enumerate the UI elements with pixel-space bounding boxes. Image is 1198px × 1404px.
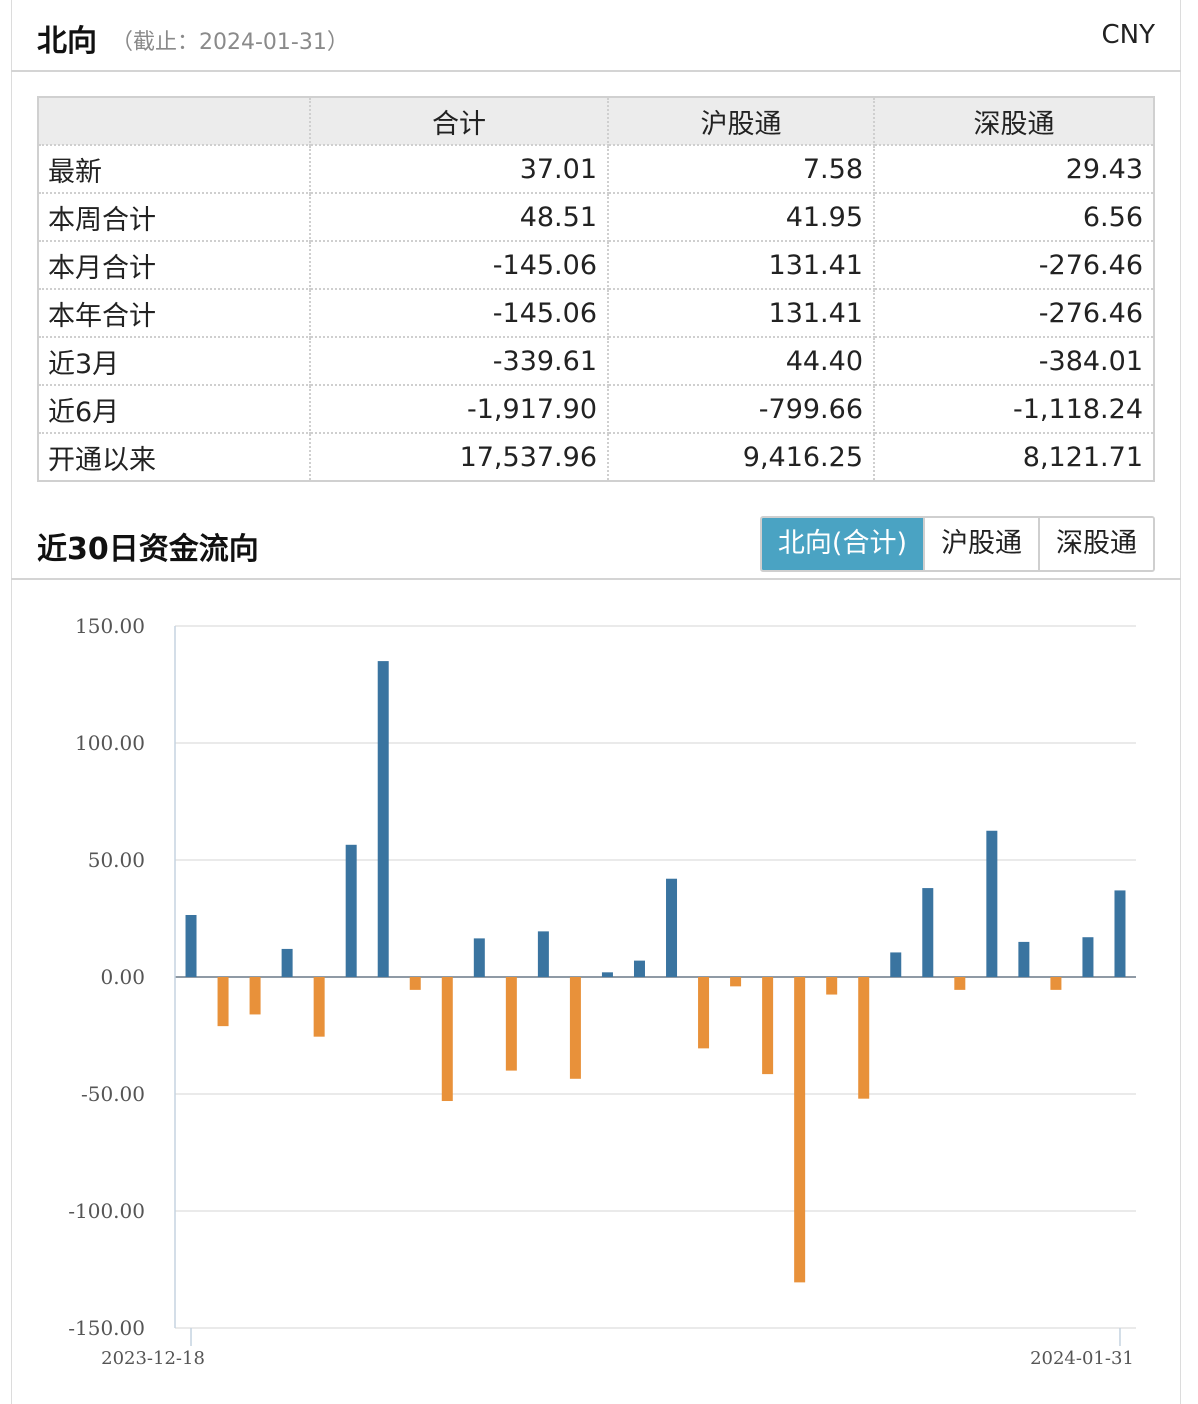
as-of-date: （截止：2024-01-31） bbox=[111, 30, 349, 55]
tab-shanghai-connect[interactable]: 沪股通 bbox=[923, 518, 1038, 570]
table-cell: 9,416.25 bbox=[607, 432, 875, 482]
bar bbox=[762, 977, 774, 1075]
table-header-row: 合计 沪股通 深股通 bbox=[37, 96, 1155, 146]
tab-shenzhen-connect[interactable]: 深股通 bbox=[1038, 518, 1153, 570]
row-label: 本年合计 bbox=[37, 288, 311, 338]
bar bbox=[217, 977, 229, 1027]
column-header bbox=[37, 96, 311, 146]
bar bbox=[858, 977, 870, 1099]
table-cell: 48.51 bbox=[309, 192, 609, 242]
column-header: 合计 bbox=[309, 96, 609, 146]
column-header: 沪股通 bbox=[607, 96, 875, 146]
bar bbox=[1114, 890, 1126, 977]
flow-section-header: 近30日资金流向 北向(合计) 沪股通 深股通 bbox=[11, 516, 1181, 580]
table-cell: 6.56 bbox=[873, 192, 1155, 242]
currency-label: CNY bbox=[1101, 20, 1156, 50]
bar bbox=[345, 844, 357, 977]
panel-title: 北向 bbox=[37, 24, 97, 59]
y-tick-label: 150.00 bbox=[75, 614, 145, 638]
bar bbox=[794, 977, 806, 1283]
table-cell: 131.41 bbox=[607, 288, 875, 338]
flow-bar-chart: 150.00 100.00 50.00 0.00 -50.00 -100.00 -150.0… bbox=[68, 614, 1136, 1369]
row-label: 开通以来 bbox=[37, 432, 311, 482]
table-cell: 41.95 bbox=[607, 192, 875, 242]
table-cell: 7.58 bbox=[607, 144, 875, 194]
bar bbox=[409, 977, 421, 990]
table-cell: 8,121.71 bbox=[873, 432, 1155, 482]
bar bbox=[890, 952, 902, 977]
table-row: 近3月 -339.61 44.40 -384.01 bbox=[37, 336, 1155, 386]
y-tick-label: -100.00 bbox=[68, 1199, 145, 1223]
table-cell: 131.41 bbox=[607, 240, 875, 290]
bar bbox=[313, 977, 325, 1037]
table-cell: 17,537.96 bbox=[309, 432, 609, 482]
table-row: 最新 37.01 7.58 29.43 bbox=[37, 144, 1155, 194]
bar bbox=[1050, 977, 1062, 990]
table-cell: -339.61 bbox=[309, 336, 609, 386]
bar bbox=[473, 938, 485, 977]
bar bbox=[185, 914, 197, 977]
y-tick-label: -50.00 bbox=[81, 1082, 145, 1106]
y-tick-label: -150.00 bbox=[68, 1316, 145, 1340]
table-cell: -145.06 bbox=[309, 240, 609, 290]
table-cell: -276.46 bbox=[873, 288, 1155, 338]
row-label: 近3月 bbox=[37, 336, 311, 386]
row-label: 近6月 bbox=[37, 384, 311, 434]
bar bbox=[601, 972, 613, 977]
bar bbox=[377, 661, 389, 977]
column-header: 深股通 bbox=[873, 96, 1155, 146]
bar bbox=[1018, 941, 1030, 977]
table-cell: -384.01 bbox=[873, 336, 1155, 386]
table-row: 本周合计 48.51 41.95 6.56 bbox=[37, 192, 1155, 242]
bar bbox=[666, 878, 678, 977]
bar bbox=[537, 931, 549, 977]
x-end-label: 2024-01-31 bbox=[1030, 1348, 1134, 1369]
table-cell: 37.01 bbox=[309, 144, 609, 194]
bar bbox=[954, 977, 966, 990]
bar bbox=[698, 977, 710, 1049]
table-row: 本月合计 -145.06 131.41 -276.46 bbox=[37, 240, 1155, 290]
bar bbox=[569, 977, 581, 1079]
table-cell: -145.06 bbox=[309, 288, 609, 338]
table-cell: -799.66 bbox=[607, 384, 875, 434]
bar bbox=[1082, 937, 1094, 977]
table-cell: -1,917.90 bbox=[309, 384, 609, 434]
row-label: 最新 bbox=[37, 144, 311, 194]
table-cell: -276.46 bbox=[873, 240, 1155, 290]
table-row: 开通以来 17,537.96 9,416.25 8,121.71 bbox=[37, 432, 1155, 482]
bar bbox=[633, 960, 645, 977]
bar bbox=[826, 977, 838, 995]
bar bbox=[922, 888, 934, 977]
table-cell: 44.40 bbox=[607, 336, 875, 386]
table-cell: -1,118.24 bbox=[873, 384, 1155, 434]
table-row: 本年合计 -145.06 131.41 -276.46 bbox=[37, 288, 1155, 338]
table-row: 近6月 -1,917.90 -799.66 -1,118.24 bbox=[37, 384, 1155, 434]
summary-table: 合计 沪股通 深股通 最新 37.01 7.58 29.43 本周合计 48.51 41.9… bbox=[37, 96, 1155, 482]
tab-northbound-total[interactable]: 北向(合计) bbox=[761, 518, 923, 570]
bar bbox=[281, 948, 293, 977]
x-start-label: 2023-12-18 bbox=[101, 1348, 205, 1369]
flow-tabs: 北向(合计) 沪股通 深股通 bbox=[759, 516, 1155, 572]
y-tick-label: 50.00 bbox=[88, 848, 145, 872]
row-label: 本周合计 bbox=[37, 192, 311, 242]
bar bbox=[441, 977, 453, 1102]
bar bbox=[986, 830, 998, 977]
row-label: 本月合计 bbox=[37, 240, 311, 290]
bar bbox=[249, 977, 261, 1015]
y-tick-label: 100.00 bbox=[75, 731, 145, 755]
section-title: 近30日资金流向 bbox=[37, 532, 259, 567]
y-tick-label: 0.00 bbox=[100, 965, 145, 989]
table-cell: 29.43 bbox=[873, 144, 1155, 194]
bar bbox=[730, 977, 742, 987]
panel-header: 北向 （截止：2024-01-31） CNY bbox=[11, 0, 1181, 72]
bar bbox=[505, 977, 517, 1071]
